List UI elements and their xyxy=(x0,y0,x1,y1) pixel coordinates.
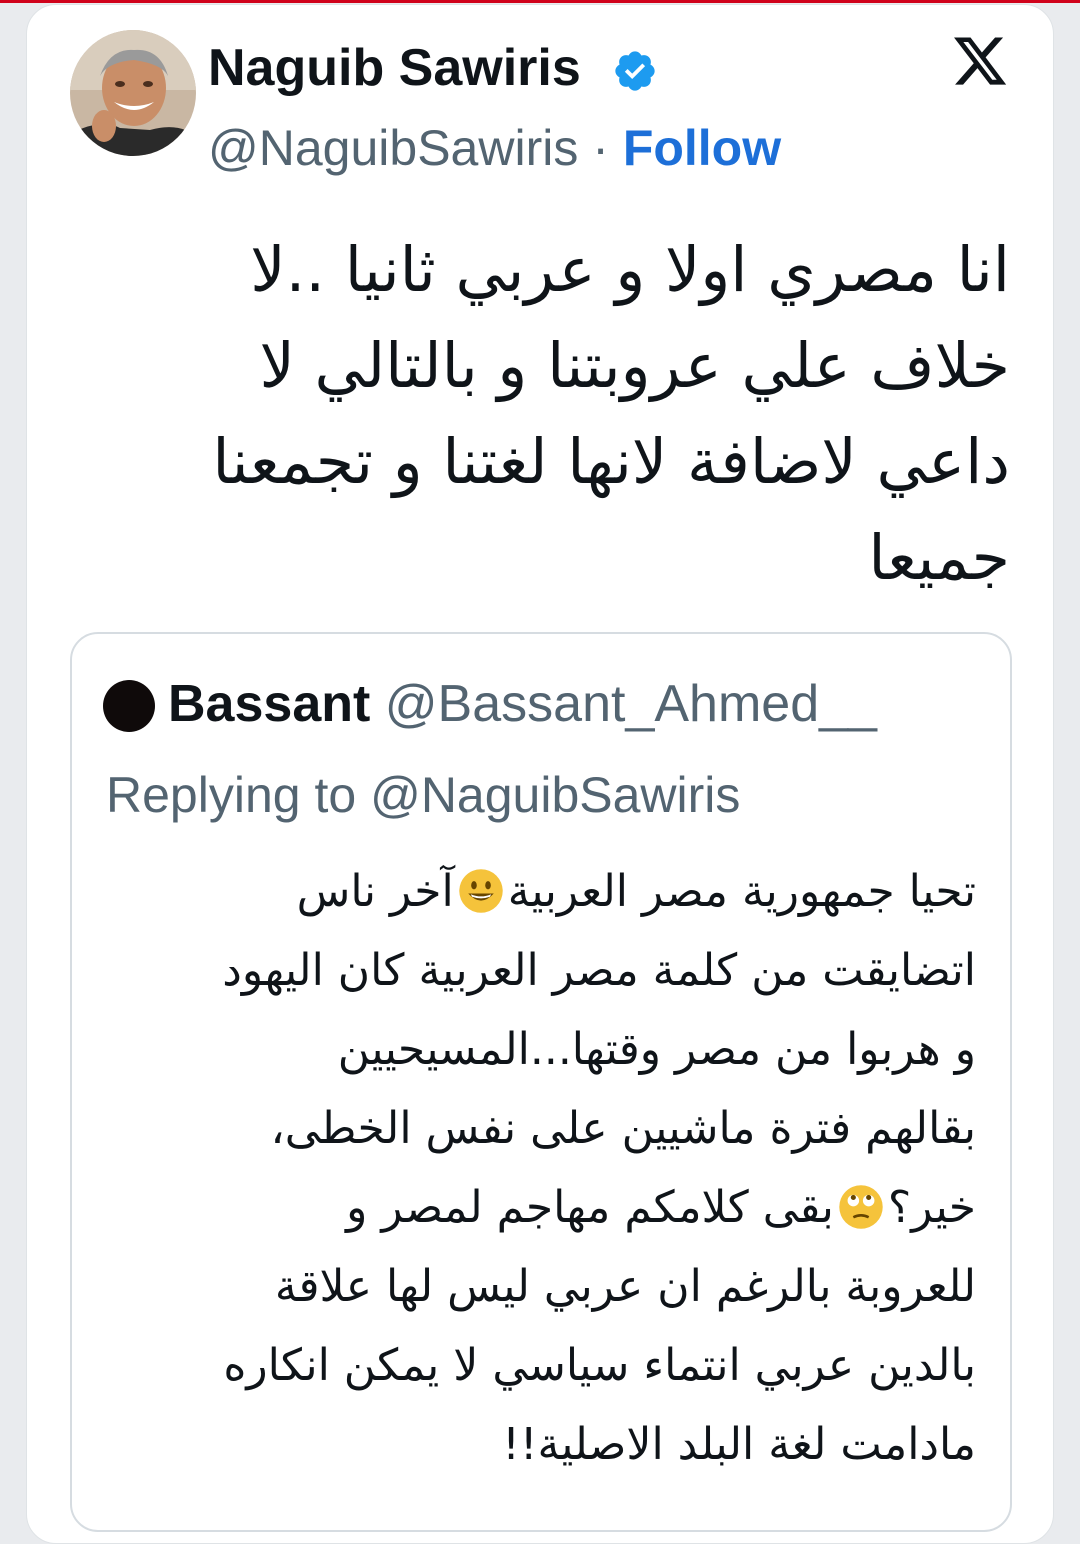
quoted-author-name[interactable]: Bassant xyxy=(168,675,370,733)
quoted-text-line: تحيا جمهورية مصر العربية آخر ناس xyxy=(96,852,976,931)
author-handle-line: @NaguibSawiris · Follow xyxy=(208,118,781,178)
quoted-author-handle[interactable]: @Bassant_Ahmed__ xyxy=(385,675,877,733)
quoted-tweet-text: تحيا جمهورية مصر العربية آخر ناس اتضايقت… xyxy=(96,852,976,1484)
quoted-text-line: و هربوا من مصر وقتها...المسيحيين xyxy=(337,1024,976,1075)
quoted-text-line: خير؟ بقى كلامكم مهاجم لمصر و xyxy=(96,1168,976,1247)
x-logo-icon[interactable] xyxy=(950,32,1010,90)
face-with-rolling-eyes-emoji-icon xyxy=(839,1185,883,1229)
verified-badge-icon xyxy=(615,51,655,91)
quoted-text-fragment: آخر ناس xyxy=(296,866,454,917)
follow-button[interactable]: Follow xyxy=(623,120,781,176)
replying-to-label: Replying to xyxy=(106,767,357,823)
tweet-text-line: داعي لاضافة لانها لغتنا و تجمعنا xyxy=(212,425,1010,498)
tweet-text: انا مصري اولا و عربي ثانيا ..لا خلاف علي… xyxy=(110,222,1010,606)
quoted-text-fragment: بقى كلامكم مهاجم لمصر و xyxy=(346,1182,834,1233)
replying-to-line: Replying to @NaguibSawiris xyxy=(106,764,740,826)
quoted-text-line: بقالهم فترة ماشيين على نفس الخطى، xyxy=(270,1103,976,1154)
grinning-face-emoji-icon xyxy=(458,869,503,913)
quoted-text-line: للعروبة بالرغم ان عربي ليس لها علاقة xyxy=(274,1261,976,1312)
avatar-photo-icon xyxy=(70,30,196,156)
tweet-text-line: جميعا xyxy=(868,521,1010,594)
quoted-text-fragment: تحيا جمهورية مصر العربية xyxy=(507,866,976,917)
quoted-text-fragment: خير؟ xyxy=(887,1182,976,1233)
author-avatar[interactable] xyxy=(70,30,196,156)
replying-to-handle[interactable]: @NaguibSawiris xyxy=(370,767,740,823)
tweet-text-line: انا مصري اولا و عربي ثانيا ..لا xyxy=(250,233,1010,306)
quoted-author-avatar[interactable] xyxy=(103,680,155,732)
tweet-text-line: خلاف علي عروبتنا و بالتالي لا xyxy=(259,329,1010,402)
top-accent-line xyxy=(0,0,1080,3)
quoted-tweet-header: Bassant @Bassant_Ahmed__ xyxy=(168,672,877,736)
author-handle[interactable]: @NaguibSawiris xyxy=(208,120,578,176)
quoted-text-line: اتضايقت من كلمة مصر العربية كان اليهود xyxy=(222,945,976,996)
author-name[interactable]: Naguib Sawiris xyxy=(208,38,581,98)
quoted-text-line: بالدين عربي انتماء سياسي لا يمكن انكاره xyxy=(223,1340,976,1391)
quoted-text-line: مادامت لغة البلد الاصلية!! xyxy=(502,1419,976,1470)
handle-separator: · xyxy=(592,120,609,176)
